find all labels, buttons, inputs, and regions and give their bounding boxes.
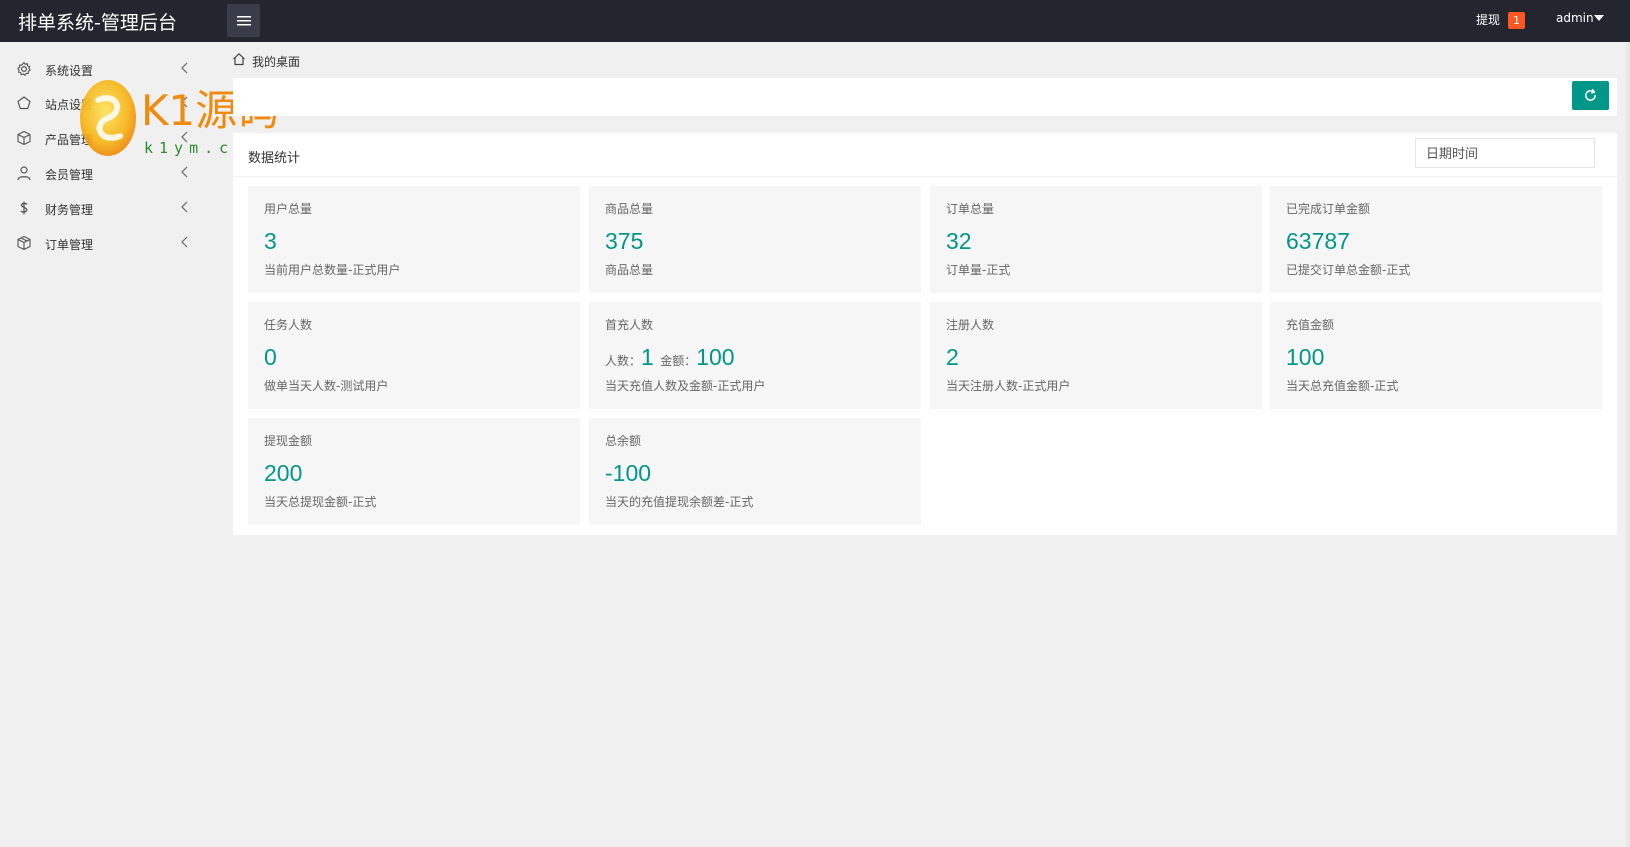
date-time-input[interactable]	[1415, 138, 1595, 168]
panel-title: 数据统计	[248, 151, 301, 166]
sidebar-item-label: 产品管理	[45, 133, 94, 147]
stat-description: 当天总提现金额-正式	[264, 495, 377, 509]
stat-value: 100	[1286, 344, 1325, 370]
stat-card-recharge-amount: 充值金额 100 当天总充值金额-正式	[1270, 302, 1602, 409]
stat-description: 订单量-正式	[946, 263, 1011, 277]
stat-card-first-recharge: 首充人数 人数：1 金额：100 当天充值人数及金额-正式用户	[589, 302, 921, 409]
stat-title: 任务人数	[264, 318, 313, 332]
withdraw-count-badge: 1	[1508, 12, 1525, 29]
stat-title: 总余额	[605, 434, 642, 448]
stat-description: 当天注册人数-正式用户	[946, 379, 1071, 393]
sidebar-item-orders[interactable]: 订单管理	[0, 226, 218, 260]
sidebar-item-products[interactable]: 产品管理	[0, 121, 218, 155]
toolbar	[233, 78, 1617, 116]
stat-title: 提现金额	[264, 434, 313, 448]
stat-value: 2	[946, 344, 959, 370]
sidebar-item-finance[interactable]: 财务管理	[0, 191, 218, 225]
box-icon	[17, 130, 31, 146]
chevron-left-icon	[181, 96, 188, 108]
stat-card-total-orders: 订单总量 32 订单量-正式	[930, 186, 1262, 293]
stat-title: 订单总量	[946, 202, 995, 216]
top-bar: 排单系统-管理后台 提现 1 admin	[0, 0, 1630, 42]
stat-title: 商品总量	[605, 202, 654, 216]
sidebar-item-label: 订单管理	[45, 238, 94, 252]
sidebar-item-label: 会员管理	[45, 168, 94, 182]
stat-card-withdraw-amount: 提现金额 200 当天总提现金额-正式	[248, 418, 580, 525]
amount-value: 100	[696, 344, 735, 370]
count-label: 人数：	[605, 354, 642, 368]
stat-title: 用户总量	[264, 202, 313, 216]
stat-value: 375	[605, 228, 644, 254]
scrollbar[interactable]	[1626, 42, 1630, 847]
stat-description: 做单当天人数-测试用户	[264, 379, 389, 393]
stat-description: 商品总量	[605, 263, 654, 277]
panel-header: 数据统计	[233, 133, 1617, 177]
breadcrumb-home-link[interactable]: 我的桌面	[252, 53, 300, 70]
stat-value: 200	[264, 460, 303, 486]
gear-icon	[17, 61, 31, 76]
app-title: 排单系统-管理后台	[18, 12, 177, 34]
chevron-left-icon	[181, 201, 188, 213]
stat-value-composite: 人数：1 金额：100	[605, 344, 735, 371]
stat-value: -100	[605, 460, 652, 486]
stat-title: 首充人数	[605, 318, 654, 332]
stat-card-completed-order-amount: 已完成订单金额 63787 已提交订单总金额-正式	[1270, 186, 1602, 293]
amount-label: 金额：	[660, 354, 697, 368]
user-menu[interactable]: admin	[1556, 11, 1594, 25]
stat-description: 当前用户总数量-正式用户	[264, 263, 401, 277]
stat-card-total-products: 商品总量 375 商品总量	[589, 186, 921, 293]
stat-value: 0	[264, 344, 277, 370]
home-icon	[233, 53, 245, 66]
stat-card-task-users: 任务人数 0 做单当天人数-测试用户	[248, 302, 580, 409]
stat-description: 当天充值人数及金额-正式用户	[605, 379, 766, 393]
stat-description: 当天总充值金额-正式	[1286, 379, 1399, 393]
package-icon	[17, 235, 31, 251]
stat-description: 当天的充值提现余额差-正式	[605, 495, 754, 509]
refresh-button[interactable]	[1572, 81, 1609, 110]
chevron-left-icon	[181, 62, 188, 74]
sidebar-item-system-settings[interactable]: 系统设置	[0, 52, 218, 86]
withdraw-link[interactable]: 提现	[1476, 11, 1500, 28]
breadcrumb: 我的桌面	[228, 42, 1630, 78]
menu-toggle-button[interactable]	[227, 4, 260, 37]
caret-down-icon[interactable]	[1594, 15, 1604, 21]
sidebar-item-members[interactable]: 会员管理	[0, 156, 218, 190]
refresh-icon	[1585, 88, 1596, 101]
dollar-icon	[20, 201, 28, 215]
sidebar-item-label: 系统设置	[45, 64, 94, 78]
sidebar-item-label: 财务管理	[45, 203, 94, 217]
sidebar: 系统设置 站点设置 产品管理 会员管理 财务管理 订单管理	[0, 42, 218, 847]
stats-panel: 数据统计 用户总量 3 当前用户总数量-正式用户 商品总量 375 商品总量 订…	[233, 133, 1617, 535]
hamburger-icon	[236, 15, 251, 25]
stat-value: 3	[264, 228, 277, 254]
chevron-left-icon	[181, 166, 188, 178]
count-value: 1	[641, 344, 654, 370]
user-icon	[17, 166, 31, 181]
stat-description: 已提交订单总金额-正式	[1286, 263, 1411, 277]
stat-card-total-balance: 总余额 -100 当天的充值提现余额差-正式	[589, 418, 921, 525]
sidebar-item-site-settings[interactable]: 站点设置	[0, 86, 218, 120]
sidebar-item-label: 站点设置	[45, 98, 94, 112]
stat-title: 已完成订单金额	[1286, 202, 1371, 216]
stat-value: 63787	[1286, 228, 1350, 254]
stat-title: 充值金额	[1286, 318, 1335, 332]
chevron-left-icon	[181, 236, 188, 248]
chevron-left-icon	[181, 131, 188, 143]
stat-card-registrations: 注册人数 2 当天注册人数-正式用户	[930, 302, 1262, 409]
stat-title: 注册人数	[946, 318, 995, 332]
stat-value: 32	[946, 228, 972, 254]
site-icon	[17, 96, 31, 110]
stat-card-total-users: 用户总量 3 当前用户总数量-正式用户	[248, 186, 580, 293]
